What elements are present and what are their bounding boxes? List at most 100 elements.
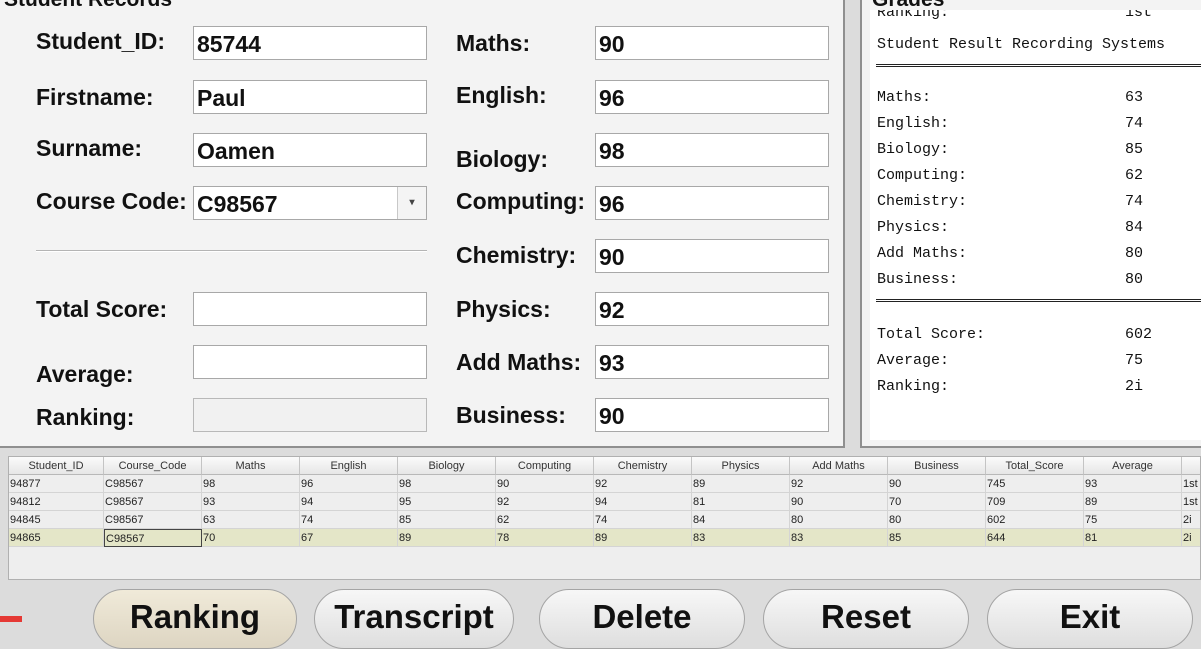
table-cell[interactable]: 2i	[1182, 511, 1200, 529]
delete-button[interactable]: Delete	[539, 589, 745, 649]
column-header[interactable]: English	[300, 457, 398, 475]
exit-button[interactable]: Exit	[987, 589, 1193, 649]
english-field[interactable]: 96	[595, 80, 829, 114]
total-score-field[interactable]	[193, 292, 427, 326]
table-cell[interactable]: 78	[496, 529, 594, 547]
table-row[interactable]: 94877 C98567 98 96 98 90 92 89 92 90 745 93 1st	[9, 475, 1200, 493]
maths-field[interactable]: 90	[595, 26, 829, 60]
add-maths-field[interactable]: 93	[595, 345, 829, 379]
english-label: English:	[456, 82, 547, 108]
table-cell[interactable]: 94877	[9, 475, 104, 493]
column-header[interactable]: Student_ID	[9, 457, 104, 475]
column-header[interactable]: Average	[1084, 457, 1182, 475]
table-cell[interactable]: C98567	[104, 493, 202, 511]
records-table[interactable]: Student_ID Course_Code Maths English Bio…	[8, 456, 1201, 580]
table-cell[interactable]: 94845	[9, 511, 104, 529]
table-cell[interactable]: 63	[202, 511, 300, 529]
student-id-field[interactable]: 85744	[193, 26, 427, 60]
column-header[interactable]: Computing	[496, 457, 594, 475]
chevron-down-icon[interactable]: ▾	[397, 187, 426, 219]
table-cell[interactable]: 85	[398, 511, 496, 529]
table-cell[interactable]: C98567	[104, 511, 202, 529]
chemistry-field[interactable]: 90	[595, 239, 829, 273]
physics-field[interactable]: 92	[595, 292, 829, 326]
firstname-field[interactable]: Paul	[193, 80, 427, 114]
table-cell[interactable]: 644	[986, 529, 1084, 547]
table-cell[interactable]: 89	[1084, 493, 1182, 511]
table-cell[interactable]: 93	[1084, 475, 1182, 493]
table-cell[interactable]: 80	[888, 511, 986, 529]
table-cell[interactable]: 602	[986, 511, 1084, 529]
column-header[interactable]: Course_Code	[104, 457, 202, 475]
table-cell[interactable]: 90	[888, 475, 986, 493]
column-header[interactable]: Total_Score	[986, 457, 1084, 475]
grades-business-value: 80	[1125, 271, 1144, 288]
grades-average-label: Average:	[877, 352, 950, 369]
student-id-label: Student_ID:	[36, 28, 166, 54]
surname-field[interactable]: Oamen	[193, 133, 427, 167]
ranking-field[interactable]	[193, 398, 427, 432]
column-header[interactable]: Business	[888, 457, 986, 475]
table-cell[interactable]: 84	[692, 511, 790, 529]
column-header[interactable]	[1182, 457, 1200, 475]
table-row[interactable]: 94812 C98567 93 94 95 92 94 81 90 70 709 89 1st	[9, 493, 1200, 511]
table-cell[interactable]: 95	[398, 493, 496, 511]
ranking-button[interactable]: Ranking	[93, 589, 297, 649]
table-cell[interactable]: 94	[594, 493, 692, 511]
grades-physics-label: Physics:	[877, 219, 950, 236]
reset-button[interactable]: Reset	[763, 589, 969, 649]
table-cell[interactable]: 67	[300, 529, 398, 547]
table-cell[interactable]: 74	[594, 511, 692, 529]
column-header[interactable]: Physics	[692, 457, 790, 475]
table-cell[interactable]: C98567	[104, 529, 202, 547]
table-cell[interactable]: 1st	[1182, 475, 1200, 493]
table-cell[interactable]: 85	[888, 529, 986, 547]
table-cell[interactable]: 745	[986, 475, 1084, 493]
table-cell[interactable]: 75	[1084, 511, 1182, 529]
table-cell[interactable]: 92	[496, 493, 594, 511]
course-code-dropdown[interactable]: C98567 ▾	[193, 186, 427, 220]
table-cell[interactable]: 89	[398, 529, 496, 547]
grades-biology-label: Biology:	[877, 141, 950, 158]
table-cell[interactable]: 89	[594, 529, 692, 547]
table-cell[interactable]: 92	[790, 475, 888, 493]
table-cell[interactable]: 98	[398, 475, 496, 493]
table-cell[interactable]: 94	[300, 493, 398, 511]
biology-field[interactable]: 98	[595, 133, 829, 167]
table-row[interactable]: 94865 C98567 70 67 89 78 89 83 83 85 644 81 2i	[9, 529, 1200, 547]
table-cell[interactable]: 94812	[9, 493, 104, 511]
table-cell[interactable]: 96	[300, 475, 398, 493]
column-header[interactable]: Chemistry	[594, 457, 692, 475]
table-cell[interactable]: 89	[692, 475, 790, 493]
table-cell[interactable]: 74	[300, 511, 398, 529]
business-field[interactable]: 90	[595, 398, 829, 432]
average-field[interactable]	[193, 345, 427, 379]
table-cell[interactable]: 70	[202, 529, 300, 547]
grades-add-maths-value: 80	[1125, 245, 1144, 262]
table-cell[interactable]: 709	[986, 493, 1084, 511]
table-cell[interactable]: 90	[790, 493, 888, 511]
column-header[interactable]: Maths	[202, 457, 300, 475]
table-cell[interactable]: C98567	[104, 475, 202, 493]
table-cell[interactable]: 94865	[9, 529, 104, 547]
column-header[interactable]: Add Maths	[790, 457, 888, 475]
table-cell[interactable]: 1st	[1182, 493, 1200, 511]
grades-text-area[interactable]: Ranking: 1st Student Result Recording Sy…	[870, 10, 1201, 440]
table-cell[interactable]: 70	[888, 493, 986, 511]
table-cell[interactable]: 2i	[1182, 529, 1200, 547]
table-cell[interactable]: 90	[496, 475, 594, 493]
table-cell[interactable]: 83	[692, 529, 790, 547]
computing-field[interactable]: 96	[595, 186, 829, 220]
column-header[interactable]: Biology	[398, 457, 496, 475]
table-cell[interactable]: 80	[790, 511, 888, 529]
table-cell[interactable]: 81	[692, 493, 790, 511]
table-cell[interactable]: 98	[202, 475, 300, 493]
transcript-button[interactable]: Transcript	[314, 589, 514, 649]
table-cell[interactable]: 92	[594, 475, 692, 493]
grades-clipped-label: Ranking:	[877, 10, 950, 21]
table-cell[interactable]: 83	[790, 529, 888, 547]
table-row[interactable]: 94845 C98567 63 74 85 62 74 84 80 80 602 75 2i	[9, 511, 1200, 529]
table-cell[interactable]: 93	[202, 493, 300, 511]
table-cell[interactable]: 62	[496, 511, 594, 529]
table-cell[interactable]: 81	[1084, 529, 1182, 547]
